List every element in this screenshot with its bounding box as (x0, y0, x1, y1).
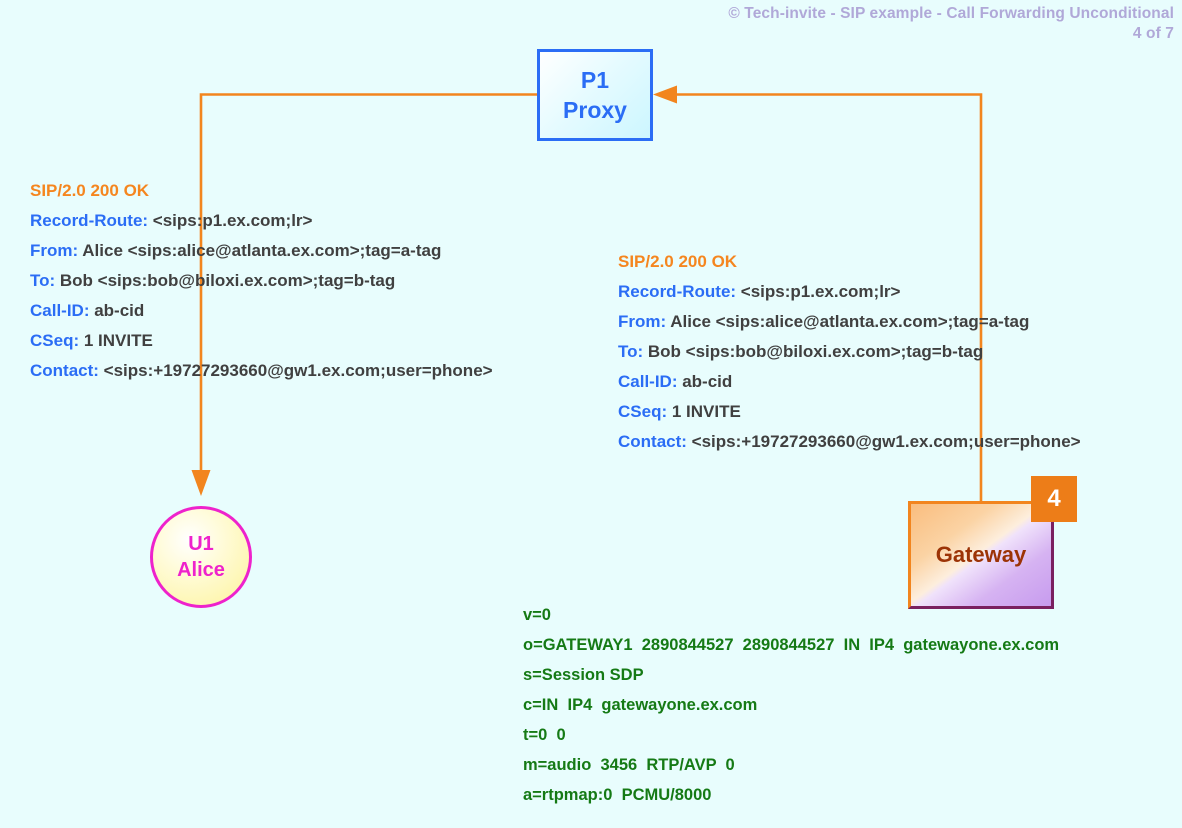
sip-header-value: Alice <sips:alice@atlanta.ex.com>;tag=a-… (78, 241, 442, 260)
sip-header-value: ab-cid (677, 372, 733, 391)
sip-header-line: Call-ID: ab-cid (618, 367, 1081, 397)
sdp-line: v=0 (523, 606, 551, 624)
sip-header-value: Bob <sips:bob@biloxi.ex.com>;tag=b-tag (643, 342, 984, 361)
sip-header-line: Call-ID: ab-cid (30, 296, 493, 326)
sip-header-line: Contact: <sips:+19727293660@gw1.ex.com;u… (618, 427, 1081, 457)
sip-header-value: Bob <sips:bob@biloxi.ex.com>;tag=b-tag (55, 271, 396, 290)
sdp-line: a=rtpmap:0 PCMU/8000 (523, 786, 712, 804)
sip-header-line: Contact: <sips:+19727293660@gw1.ex.com;u… (30, 356, 493, 386)
sip-header-line: From: Alice <sips:alice@atlanta.ex.com>;… (618, 307, 1081, 337)
sip-message-left: SIP/2.0 200 OK Record-Route: <sips:p1.ex… (30, 176, 493, 386)
sip-header-value: <sips:+19727293660@gw1.ex.com;user=phone… (98, 361, 493, 380)
sip-header-value: 1 INVITE (667, 402, 741, 421)
sdp-line: m=audio 3456 RTP/AVP 0 (523, 756, 735, 774)
slide-canvas: © Tech-invite - SIP example - Call Forwa… (0, 0, 1182, 828)
sip-status-line: SIP/2.0 200 OK (30, 181, 150, 200)
sdp-line: o=GATEWAY1 2890844527 2890844527 IN IP4 … (523, 636, 1060, 654)
sip-header-line: To: Bob <sips:bob@biloxi.ex.com>;tag=b-t… (618, 337, 1081, 367)
sip-header-line: CSeq: 1 INVITE (30, 326, 493, 356)
sip-header-value: <sips:+19727293660@gw1.ex.com;user=phone… (686, 432, 1081, 451)
sdp-line: c=IN IP4 gatewayone.ex.com (523, 696, 758, 714)
sip-header-value: 1 INVITE (79, 331, 153, 350)
sip-header-line: To: Bob <sips:bob@biloxi.ex.com>;tag=b-t… (30, 266, 493, 296)
sip-header-name: Contact: (618, 432, 687, 451)
sip-header-name: Record-Route: (618, 282, 737, 301)
sip-header-name: Contact: (30, 361, 99, 380)
sip-header-value: <sips:p1.ex.com;lr> (148, 211, 313, 230)
sip-header-line: From: Alice <sips:alice@atlanta.ex.com>;… (30, 236, 493, 266)
sip-header-name: Call-ID: (30, 301, 90, 320)
sip-header-name: CSeq: (618, 402, 668, 421)
sip-header-value: <sips:p1.ex.com;lr> (736, 282, 901, 301)
step-badge: 4 (1031, 476, 1077, 522)
sip-header-name: To: (618, 342, 644, 361)
sip-header-name: From: (618, 312, 667, 331)
sip-header-name: CSeq: (30, 331, 80, 350)
sip-header-name: Call-ID: (618, 372, 678, 391)
sip-header-name: From: (30, 241, 79, 260)
proxy-role: Proxy (563, 97, 627, 123)
node-proxy-p1[interactable]: P1 Proxy (537, 49, 653, 141)
sip-message-right: SIP/2.0 200 OK Record-Route: <sips:p1.ex… (618, 247, 1081, 457)
sip-header-name: Record-Route: (30, 211, 149, 230)
sip-header-value: Alice <sips:alice@atlanta.ex.com>;tag=a-… (666, 312, 1030, 331)
sip-header-line: CSeq: 1 INVITE (618, 397, 1081, 427)
node-user-alice[interactable]: U1 Alice (150, 506, 252, 608)
sip-header-line: Record-Route: <sips:p1.ex.com;lr> (30, 206, 493, 236)
sip-header-line: Record-Route: <sips:p1.ex.com;lr> (618, 277, 1081, 307)
alice-name: U1 (188, 533, 214, 555)
sip-status-line: SIP/2.0 200 OK (618, 252, 738, 271)
sip-header-name: To: (30, 271, 56, 290)
alice-role: Alice (177, 559, 225, 581)
gateway-label: Gateway (935, 542, 1027, 567)
proxy-name: P1 (580, 67, 610, 93)
sdp-body: v=0 o=GATEWAY1 2890844527 2890844527 IN I… (523, 600, 1059, 810)
sdp-line: s=Session SDP (523, 666, 644, 684)
sip-header-list: Record-Route: <sips:p1.ex.com;lr> From: A… (30, 206, 493, 386)
sip-header-list: Record-Route: <sips:p1.ex.com;lr> From: A… (618, 277, 1081, 457)
sdp-line: t=0 0 (523, 726, 566, 744)
sip-header-value: ab-cid (89, 301, 145, 320)
